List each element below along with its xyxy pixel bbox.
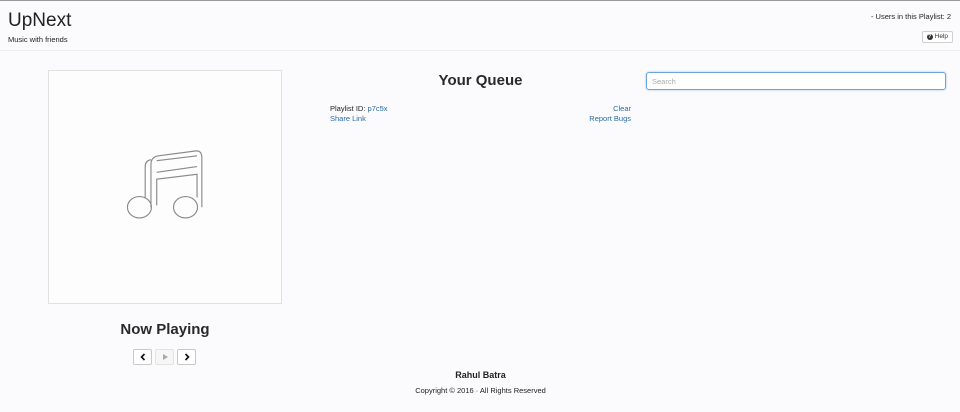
search-input[interactable] <box>646 72 946 90</box>
brand-title[interactable]: UpNext <box>8 10 71 32</box>
playlist-id: Playlist ID: p7c5x <box>330 104 388 113</box>
playlist-id-label: Playlist ID: <box>330 104 366 113</box>
help-button[interactable]: ? Help <box>921 31 953 43</box>
now-playing-heading: Now Playing <box>120 321 210 338</box>
question-circle-icon: ? <box>926 34 933 40</box>
users-prefix: - <box>870 12 874 21</box>
previous-button[interactable] <box>133 349 152 365</box>
play-button[interactable] <box>155 349 174 365</box>
share-link[interactable]: Share Link <box>330 114 366 123</box>
footer-author: Rahul Batra <box>455 370 506 380</box>
next-button[interactable] <box>177 349 196 365</box>
music-note-icon <box>126 150 203 219</box>
tagline: Music with friends <box>8 35 68 44</box>
chevron-right-icon <box>184 353 190 361</box>
album-artwork <box>48 70 282 304</box>
play-icon <box>162 354 168 360</box>
player-controls <box>133 349 196 365</box>
chevron-left-icon <box>139 353 145 361</box>
clear-link[interactable]: Clear <box>613 104 631 113</box>
queue-title: Your Queue <box>438 72 523 89</box>
report-bugs-link[interactable]: Report Bugs <box>589 114 631 123</box>
users-count-text: Users in this Playlist: 2 <box>875 12 951 21</box>
users-count: - Users in this Playlist: 2 <box>871 12 951 21</box>
footer-copyright: Copyright © 2016 · All Rights Reserved <box>415 386 546 395</box>
header: UpNext Music with friends - Users in thi… <box>0 1 960 51</box>
help-label: Help <box>934 33 948 40</box>
playlist-id-value[interactable]: p7c5x <box>368 104 388 113</box>
